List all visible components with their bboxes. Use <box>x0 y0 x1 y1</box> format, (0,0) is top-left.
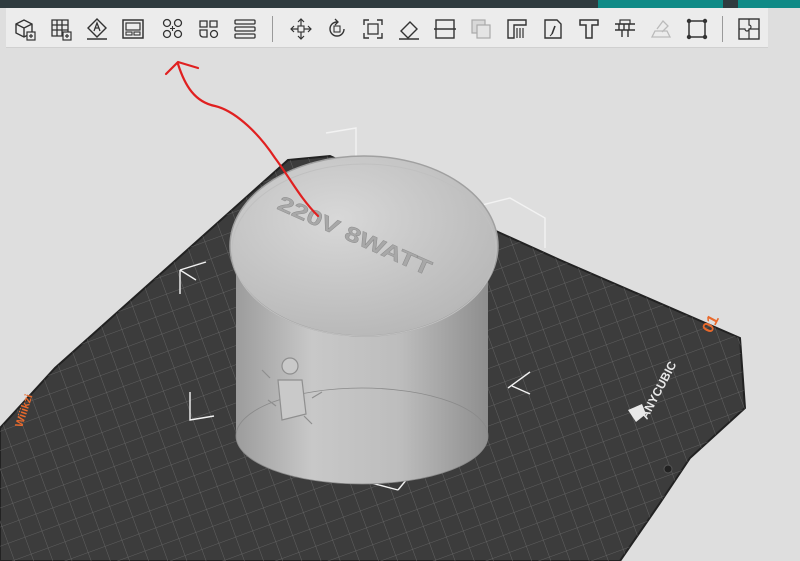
seam-paint-button[interactable] <box>538 14 568 44</box>
layers-icon <box>234 19 256 39</box>
text-button[interactable] <box>574 14 604 44</box>
move-button[interactable] <box>286 14 316 44</box>
add-object-button[interactable] <box>10 14 40 44</box>
plates-icon <box>122 19 144 39</box>
auto-orient-button[interactable] <box>82 14 112 44</box>
arrange-button[interactable] <box>158 14 188 44</box>
rotate-button[interactable] <box>322 14 352 44</box>
hollow-icon <box>686 18 708 40</box>
model-object[interactable]: 220V 8WATT <box>229 155 499 485</box>
add-plate-button[interactable] <box>46 14 76 44</box>
split-parts-button[interactable] <box>194 14 224 44</box>
3d-viewport[interactable]: 01 ANYCUBIC Wiiikzi 220V 8WATT <box>0 48 800 561</box>
orient-icon <box>87 18 107 40</box>
toolbar-separator <box>272 16 273 42</box>
lay-on-face-icon <box>399 21 419 40</box>
scene: 01 ANYCUBIC Wiiikzi 220V 8WATT <box>0 60 747 561</box>
lay-on-face-button[interactable] <box>394 14 424 44</box>
assemble-button[interactable] <box>646 14 676 44</box>
paint-support-icon <box>507 19 527 39</box>
paint-support-button[interactable] <box>502 14 532 44</box>
grid-add-icon <box>51 19 72 41</box>
cut-button[interactable] <box>430 14 460 44</box>
move-icon <box>290 18 312 40</box>
measure-button[interactable] <box>610 14 640 44</box>
puzzle-icon <box>738 18 760 40</box>
seam-paint-icon <box>544 19 562 39</box>
text-icon <box>579 19 599 39</box>
measure-icon <box>615 19 635 37</box>
scale-button[interactable] <box>358 14 388 44</box>
title-strip <box>0 0 800 8</box>
main-toolbar <box>6 8 768 48</box>
active-tab-indicator <box>598 0 723 8</box>
split-parts-icon <box>199 20 219 39</box>
hollow-button[interactable] <box>682 14 712 44</box>
variable-layer-button[interactable] <box>734 14 764 44</box>
toolbar-separator <box>722 16 723 42</box>
scale-icon <box>363 19 383 39</box>
assemble-icon <box>650 20 672 38</box>
cut-icon <box>434 19 456 39</box>
boolean-button[interactable] <box>466 14 496 44</box>
layers-button[interactable] <box>230 14 260 44</box>
boolean-icon <box>471 19 491 39</box>
cube-add-icon <box>15 19 36 41</box>
status-indicator <box>738 0 800 8</box>
arrange-icon <box>162 18 183 39</box>
rotate-icon <box>329 18 345 37</box>
arrange-plates-button[interactable] <box>118 14 148 44</box>
